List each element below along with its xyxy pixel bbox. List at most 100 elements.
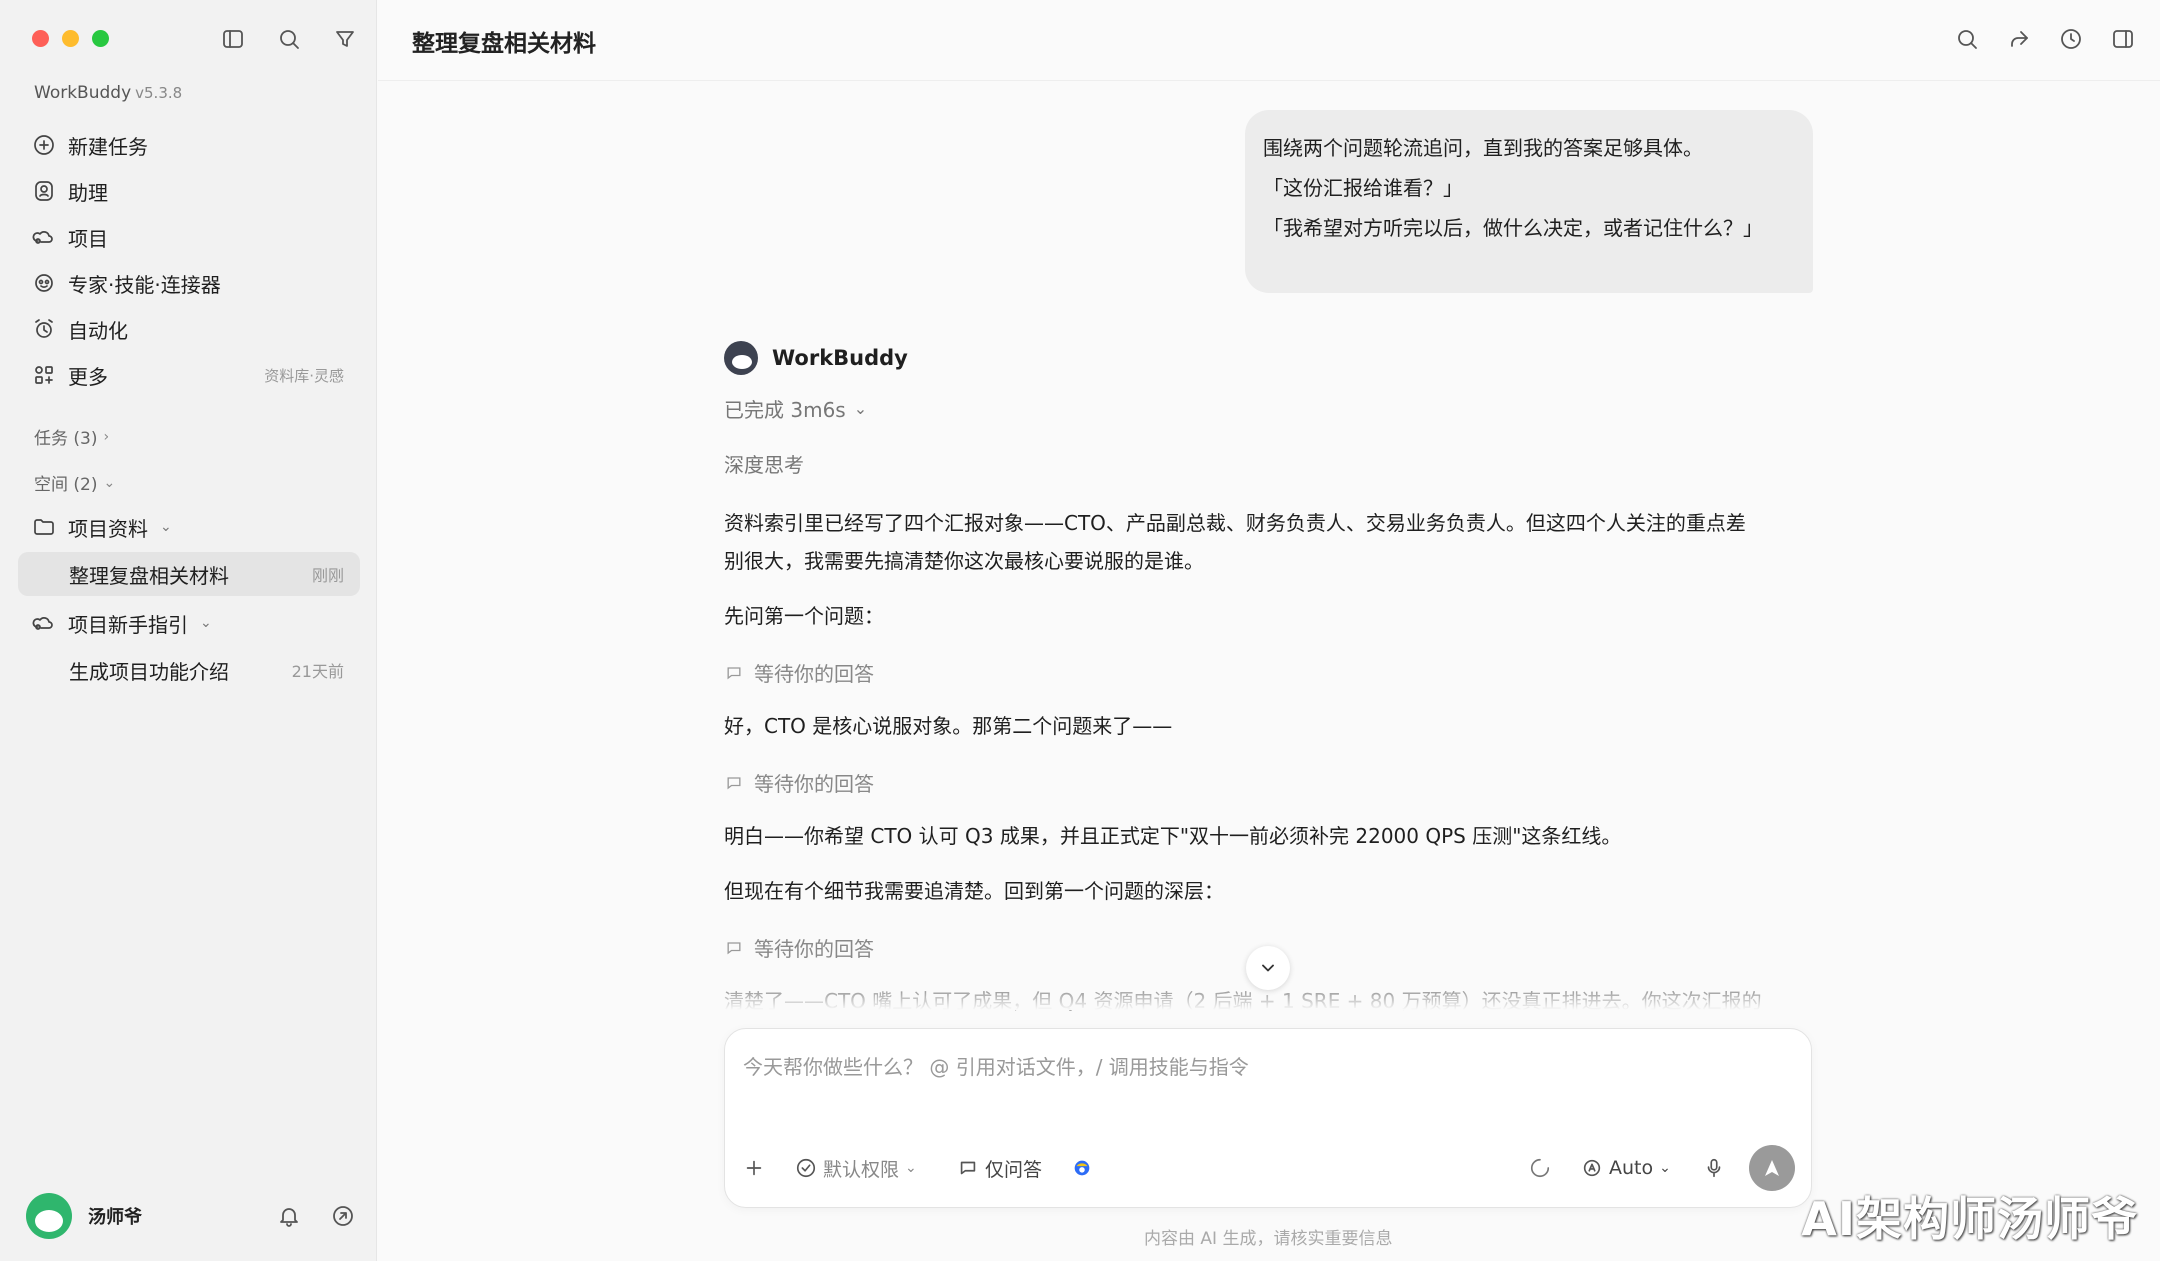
waiting-answer[interactable]: 等待你的回答 <box>724 658 874 687</box>
permission-select[interactable]: 默认权限 ⌄ <box>795 1143 917 1193</box>
grid-icon <box>35 366 53 384</box>
nav-experts[interactable]: 专家·技能·连接器 <box>18 260 360 306</box>
add-attachment-button[interactable] <box>743 1143 765 1193</box>
user-profile: 汤师爷 <box>26 1193 356 1239</box>
close-window-button[interactable] <box>32 30 49 47</box>
toggle-sidebar-icon[interactable] <box>220 26 246 52</box>
tree-label: 项目新手指引 <box>68 612 188 637</box>
question-text: 先问第一个问题： <box>724 604 884 628</box>
nav-label: 新建任务 <box>68 134 148 159</box>
page-title: 整理复盘相关材料 <box>412 31 596 57</box>
tree-time: 21天前 <box>291 662 344 681</box>
permission-label: 默认权限 <box>823 1158 900 1181</box>
user-name: 汤师爷 <box>88 1207 142 1228</box>
filter-icon[interactable] <box>332 26 358 52</box>
tree-label: 项目资料 <box>68 516 148 541</box>
chevron-down-icon: ⌄ <box>200 615 212 631</box>
user-message-line: 「这份汇报给谁看？」 <box>1263 176 1463 200</box>
nav-label: 项目 <box>68 226 108 251</box>
status-text: 已完成 3m6s <box>724 398 846 422</box>
composer-input[interactable]: 今天帮你做些什么？ @ 引用对话文件，/ 调用技能与指令 <box>743 1051 1249 1080</box>
nav-label: 专家·技能·连接器 <box>68 272 221 297</box>
chevron-down-icon: ⌄ <box>103 474 116 491</box>
chevron-down-icon <box>1262 964 1274 972</box>
model-label: Auto <box>1609 1157 1654 1179</box>
tree-time: 刚刚 <box>311 566 344 585</box>
nav-assistant[interactable]: 助理 <box>18 168 360 214</box>
user-message-line: 「我希望对方听完以后，做什么决定，或者记住什么？」 <box>1263 216 1763 240</box>
window-controls <box>32 30 109 47</box>
waiting-text: 等待你的回答 <box>754 937 874 961</box>
thinking-label[interactable]: 深度思考 <box>724 446 804 484</box>
model-logo-icon[interactable] <box>1071 1143 1093 1193</box>
share-link-icon[interactable] <box>330 1203 356 1229</box>
nav-label: 更多 <box>68 364 108 389</box>
minimize-window-button[interactable] <box>62 30 79 47</box>
composer[interactable]: 今天帮你做些什么？ @ 引用对话文件，/ 调用技能与指令 默认权限 ⌄ 仅问答 … <box>724 1028 1812 1208</box>
tree-folder-project-materials[interactable]: 项目资料 ⌄ <box>18 505 360 549</box>
tree-task-active[interactable]: 整理复盘相关材料 刚刚 <box>18 552 360 596</box>
waiting-answer[interactable]: 等待你的回答 <box>724 768 874 797</box>
section-tasks[interactable]: 任务 (3) › <box>34 424 110 450</box>
model-select[interactable]: Auto ⌄ <box>1581 1143 1671 1193</box>
bell-icon[interactable] <box>276 1203 302 1229</box>
nav-new-task[interactable]: 新建任务 <box>18 122 360 168</box>
send-button[interactable] <box>1749 1145 1795 1191</box>
chevron-down-icon: ⌄ <box>1659 1160 1671 1176</box>
chat-bubble-icon <box>727 941 741 954</box>
history-icon[interactable] <box>2058 26 2084 52</box>
sidebar: WorkBuddy v5.3.8 新建任务 助理 项目 专家·技能·连接器 自动化… <box>0 0 377 1261</box>
tree-folder-onboarding[interactable]: 项目新手指引 ⌄ <box>18 601 360 645</box>
paragraph-line: 别很大，我需要先搞清楚你这次最核心要说服的是谁。 <box>724 549 1204 573</box>
nav-project[interactable]: 项目 <box>18 214 360 260</box>
watermark: AI架构师汤师爷 <box>1801 1192 2138 1246</box>
reply-text: 明白——你希望 CTO 认可 Q3 成果，并且正式定下"双十一前必须补完 220… <box>724 824 1622 848</box>
search-icon[interactable] <box>1954 26 1980 52</box>
ask-only-toggle[interactable]: 仅问答 <box>957 1143 1042 1193</box>
waiting-text: 等待你的回答 <box>754 662 874 686</box>
experts-icon <box>35 274 53 292</box>
status-toggle[interactable]: 已完成 3m6s ⌄ <box>724 394 867 423</box>
shield-check-icon <box>796 1158 816 1178</box>
tree-task[interactable]: 生成项目功能介绍 21天前 <box>18 648 360 692</box>
section-label: 空间 (2) <box>34 475 98 495</box>
tree-label: 生成项目功能介绍 <box>69 659 229 684</box>
app-name: WorkBuddy v5.3.8 <box>34 83 182 103</box>
assistant-message: WorkBuddy 已完成 3m6s ⌄ 深度思考 资料索引里已经写了四个汇报对… <box>724 340 1816 1013</box>
loading-spinner-icon <box>1529 1143 1551 1193</box>
waiting-text: 等待你的回答 <box>754 772 874 796</box>
share-icon[interactable] <box>2006 26 2032 52</box>
bot-name: WorkBuddy <box>772 346 908 370</box>
nav-label: 自动化 <box>68 318 128 343</box>
plus-circle-icon <box>34 135 54 155</box>
chat-bubble-icon <box>960 1161 976 1175</box>
bot-avatar <box>724 341 758 375</box>
auto-mode-icon <box>1583 1159 1601 1177</box>
search-icon[interactable] <box>276 26 302 52</box>
reply-text: 好，CTO 是核心说服对象。那第二个问题来了—— <box>724 714 1173 738</box>
zoom-window-button[interactable] <box>92 30 109 47</box>
assistant-icon <box>35 181 53 201</box>
app-version: v5.3.8 <box>135 84 183 102</box>
chevron-right-icon: › <box>103 428 110 445</box>
section-spaces[interactable]: 空间 (2) ⌄ <box>34 470 116 496</box>
chevron-down-icon: ⌄ <box>160 519 172 535</box>
project-icon <box>32 231 53 244</box>
microphone-icon[interactable] <box>1703 1143 1725 1193</box>
scroll-to-bottom-button[interactable] <box>1246 946 1290 990</box>
chevron-down-icon: ⌄ <box>905 1160 917 1176</box>
alarm-icon <box>35 319 53 338</box>
nav-more-note: 资料库·灵感 <box>264 366 344 385</box>
project-icon <box>32 617 53 630</box>
toggle-panel-icon[interactable] <box>2110 26 2136 52</box>
chevron-down-icon: ⌄ <box>853 399 868 418</box>
paragraph-line: 资料索引里已经写了四个汇报对象——CTO、产品副总裁、财务负责人、交易业务负责人… <box>724 511 1746 535</box>
avatar[interactable] <box>26 1193 72 1239</box>
waiting-answer[interactable]: 等待你的回答 <box>724 933 874 962</box>
chat-bubble-icon <box>727 776 741 789</box>
reply-text: 但现在有个细节我需要追清楚。回到第一个问题的深层： <box>724 879 1224 903</box>
ai-disclaimer: 内容由 AI 生成，请核实重要信息 <box>1144 1229 1393 1249</box>
chat-bubble-icon <box>727 666 741 679</box>
nav-automation[interactable]: 自动化 <box>18 306 360 352</box>
nav-more[interactable]: 更多 资料库·灵感 <box>18 352 360 398</box>
